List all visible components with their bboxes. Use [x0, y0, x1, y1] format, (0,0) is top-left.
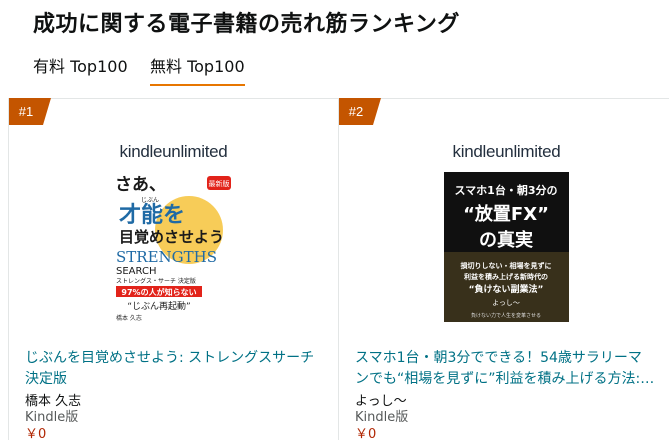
- cover1-line2: 才能を: [119, 202, 185, 228]
- product-card-1: #1 kindleunlimited さあ、 最新版 じぶん 才能を 目覚めさせ…: [8, 98, 338, 440]
- rank-badge: #1: [9, 98, 51, 125]
- cover1-line6: ストレングス・サーチ 決定版: [116, 277, 196, 285]
- cover-art-2: スマホ1台・朝3分の “放置FX” の真実 損切りしない・相場を見ずに 利益を積…: [444, 172, 569, 322]
- cover1-line4: STRENGTHS: [116, 248, 217, 266]
- cover2-line2: “放置FX”: [463, 203, 549, 225]
- product-card-2: #2 kindleunlimited スマホ1台・朝3分の “放置FX” の真実…: [338, 98, 668, 440]
- product-price: ￥0: [355, 427, 377, 440]
- cover2-line5: 利益を積み上げる新時代の: [464, 272, 548, 281]
- tab-paid-top100[interactable]: 有料 Top100: [33, 56, 128, 86]
- cover2-footer: 負けない力で人生を変革させる: [471, 312, 541, 319]
- kindle-unlimited-logo: kindleunlimited: [111, 142, 236, 166]
- cover1-line3: 目覚めさせよう: [119, 228, 224, 246]
- tab-free-top100[interactable]: 無料 Top100: [150, 56, 245, 86]
- kindle-unlimited-text: kindleunlimited: [452, 142, 561, 161]
- product-title-link[interactable]: じぶんを目覚めさせよう: ストレングスサーチ決定版: [25, 348, 325, 390]
- cover2-line6: “負けない副業法”: [469, 283, 544, 295]
- rank-badge: #2: [339, 98, 381, 125]
- cover1-line5: SEARCH: [116, 266, 156, 277]
- cover-art-1: さあ、 最新版 じぶん 才能を 目覚めさせよう STRENGTHS SEARCH…: [111, 172, 236, 322]
- page-title: 成功に関する電子書籍の売れ筋ランキング: [33, 12, 460, 37]
- cover1-author: 橋本 久志: [116, 314, 142, 322]
- cover2-line1: スマホ1台・朝3分の: [455, 183, 558, 197]
- kindle-unlimited-logo: kindleunlimited: [444, 142, 569, 166]
- cover2-line4: 損切りしない・相場を見ずに: [461, 261, 552, 270]
- book-cover-2[interactable]: kindleunlimited スマホ1台・朝3分の “放置FX” の真実 損切…: [444, 142, 569, 322]
- cover1-line1: さあ、: [115, 175, 166, 195]
- cover1-line7: 97%の人が知らない: [121, 287, 196, 297]
- kindle-unlimited-text: kindleunlimited: [119, 142, 228, 161]
- cover1-badge: 最新版: [209, 179, 230, 188]
- cover1-line8: “じぶん再起動”: [127, 301, 190, 312]
- book-cover-1[interactable]: kindleunlimited さあ、 最新版 じぶん 才能を 目覚めさせよう …: [111, 142, 236, 322]
- cover2-line3: の真実: [479, 229, 533, 251]
- product-price: ￥0: [25, 427, 47, 440]
- product-title-link[interactable]: スマホ1台・朝3分でできる！54歳サラリーマンでも“相場を見ずに”利益を積み上げ…: [355, 348, 655, 390]
- cover2-author: よっし〜: [492, 299, 520, 307]
